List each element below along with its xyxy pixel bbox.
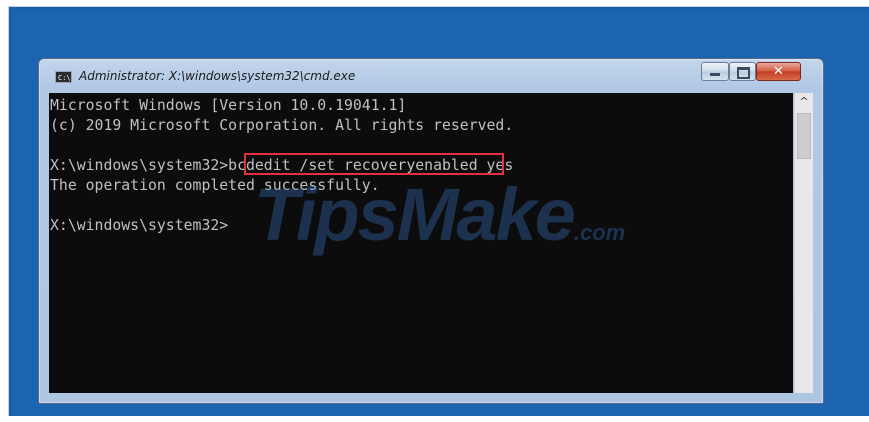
title-bar[interactable]: C:\ Administrator: X:\windows\system32\c… (39, 59, 823, 91)
window-title: Administrator: X:\windows\system32\cmd.e… (79, 69, 356, 83)
minimize-button[interactable] (701, 62, 729, 81)
scroll-up-arrow-icon[interactable]: ^ (795, 93, 813, 111)
minimize-icon (710, 73, 720, 76)
vertical-scrollbar[interactable]: ^ (794, 93, 813, 393)
close-button[interactable]: ✕ (756, 62, 801, 81)
watermark-suffix: .com (573, 220, 626, 245)
console-line: Microsoft Windows [Version 10.0.19041.1] (50, 97, 407, 114)
watermark-text: TipsMake (254, 173, 576, 256)
console-line: (c) 2019 Microsoft Corporation. All righ… (50, 117, 514, 134)
maximize-button[interactable] (729, 62, 756, 81)
maximize-icon (737, 67, 750, 79)
command-highlight-box (244, 153, 505, 175)
console-prompt[interactable]: X:\windows\system32> (50, 216, 228, 236)
cmd-icon: C:\ (55, 71, 72, 83)
watermark: TipsMake.com (254, 178, 625, 270)
scroll-thumb[interactable] (797, 113, 811, 159)
close-icon: ✕ (773, 64, 784, 79)
